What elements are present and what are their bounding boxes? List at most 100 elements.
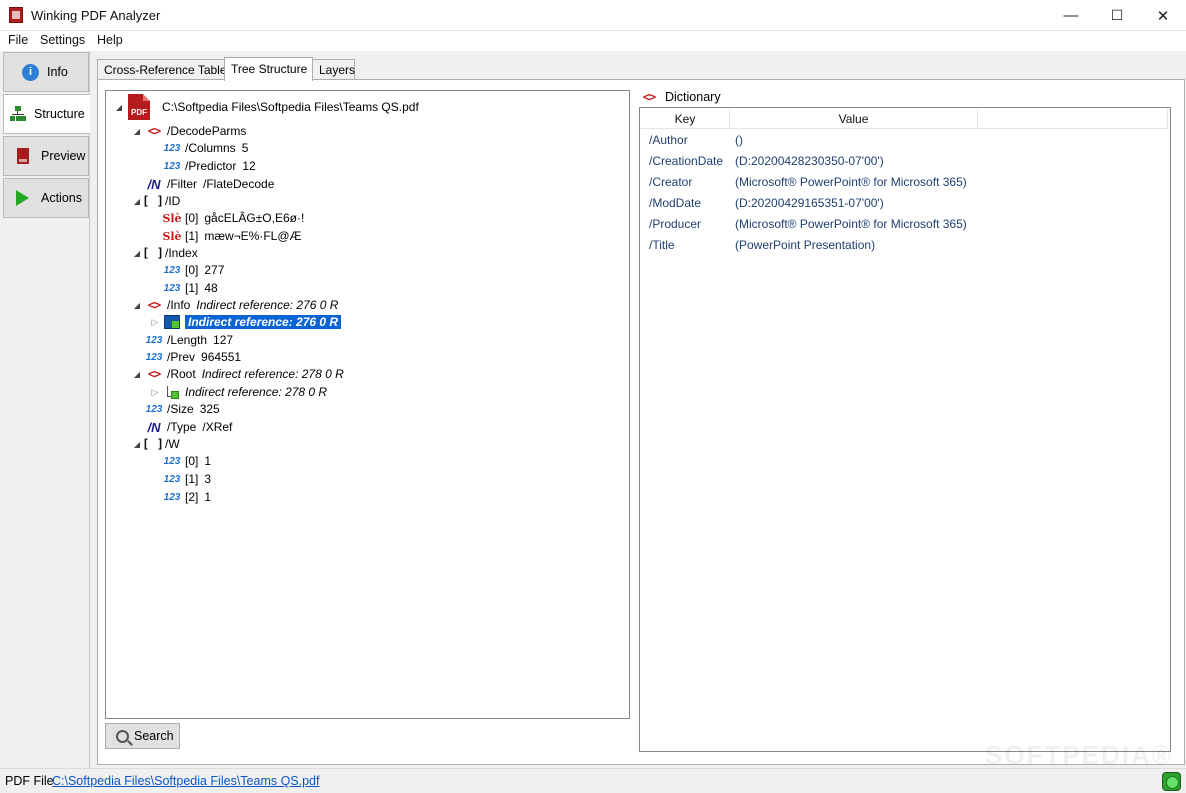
string-icon: Slè (162, 229, 182, 243)
nav-preview-button[interactable]: Preview (3, 136, 89, 176)
collapse-arrow-icon[interactable]: ◢ (132, 249, 142, 258)
tree-node[interactable]: 123 /Prev 964551 (146, 348, 241, 366)
tree-node[interactable]: ◢ [ ] /W (132, 435, 186, 453)
tree-node[interactable]: 123 /Size 325 (146, 400, 220, 418)
maximize-button[interactable]: ☐ (1094, 0, 1140, 31)
node-key: /Info (167, 298, 191, 312)
number-icon: 123 (163, 264, 181, 276)
tree-root-label: C:\Softpedia Files\Softpedia Files\Teams… (162, 100, 419, 114)
node-value: 12 (242, 159, 256, 173)
number-icon: 123 (163, 142, 181, 154)
tree-node[interactable]: Slè [1] mæw¬E%·FL@Æ (162, 227, 301, 245)
tree-node[interactable]: ◢ [ ] /Index (132, 244, 204, 262)
indirect-reference-icon (164, 385, 180, 399)
tab-tree-structure[interactable]: Tree Structure (224, 57, 313, 81)
node-value: Indirect reference: 278 0 R (185, 385, 328, 399)
nav-structure-label: Structure (34, 107, 85, 121)
tree-node[interactable]: 123 /Columns 5 (163, 139, 249, 157)
row-key: /Author (649, 133, 688, 147)
tree-node[interactable]: ◢ [ ] /ID (132, 192, 186, 210)
dictionary-list[interactable]: Key Value /Author () /CreationDate (D:20… (639, 107, 1171, 752)
tree-node-selected[interactable]: ▷ Indirect reference: 276 0 R (150, 313, 342, 331)
node-key: /Predictor (185, 159, 237, 173)
side-nav: i Info Structure Preview Actions (0, 51, 90, 768)
number-icon: 123 (163, 160, 181, 172)
number-icon: 123 (163, 282, 181, 294)
node-value: Indirect reference: 276 0 R (196, 298, 339, 312)
node-key: /W (165, 437, 180, 451)
tree-node[interactable]: /N /Filter /FlateDecode (146, 175, 275, 193)
node-key: /Type (167, 420, 197, 434)
tree-node[interactable]: ◢ <> /Info Indirect reference: 276 0 R (132, 296, 339, 314)
collapse-arrow-icon[interactable]: ◢ (132, 440, 142, 449)
menu-help[interactable]: Help (97, 33, 123, 47)
collapse-arrow-icon[interactable]: ◢ (132, 127, 142, 136)
tree-node[interactable]: ◢ <> /DecodeParms (132, 122, 252, 140)
pdf-file-icon: PDF (128, 94, 150, 120)
node-key: /ID (165, 194, 181, 208)
tree-node[interactable]: /N /Type /XRef (146, 418, 233, 436)
node-key: /Columns (185, 141, 236, 155)
tree-node[interactable]: Slè [0] gåcELÂG±O,E6ø·! (162, 209, 305, 227)
node-value: 277 (204, 263, 225, 277)
dictionary-title: Dictionary (665, 90, 721, 104)
tab-layers[interactable]: Layers (312, 59, 355, 80)
name-icon: /N (147, 419, 161, 435)
nav-actions-label: Actions (41, 191, 82, 205)
menu-settings[interactable]: Settings (40, 33, 85, 47)
node-key: /DecodeParms (167, 124, 247, 138)
node-value: /FlateDecode (203, 177, 275, 191)
column-header-key[interactable]: Key (641, 109, 730, 129)
dictionary-row[interactable]: /Creator (Microsoft® PowerPoint® for Mic… (649, 173, 967, 191)
number-icon: 123 (145, 351, 163, 363)
tab-cross-reference-table[interactable]: Cross-Reference Table (97, 59, 227, 80)
dictionary-row[interactable]: /ModDate (D:20200429165351-07'00') (649, 194, 884, 212)
status-file-link[interactable]: C:\Softpedia Files\Softpedia Files\Teams… (52, 774, 320, 788)
nav-structure-button[interactable]: Structure (3, 94, 90, 134)
column-header-empty (978, 109, 1168, 129)
tree-root[interactable]: ◢ PDF C:\Softpedia Files\Softpedia Files… (114, 93, 419, 121)
dictionary-row[interactable]: /Producer (Microsoft® PowerPoint® for Mi… (649, 215, 967, 233)
array-icon: [ ] (142, 194, 164, 208)
status-label: PDF File (5, 774, 54, 788)
tree-node[interactable]: 123 [0] 277 (163, 261, 225, 279)
tree-node[interactable]: 123 [0] 1 (164, 452, 211, 470)
tree-node[interactable]: 123 [1] 3 (164, 470, 211, 488)
minimize-button[interactable]: — (1048, 0, 1094, 31)
collapse-arrow-icon[interactable]: ◢ (114, 103, 124, 112)
nav-info-button[interactable]: i Info (3, 52, 89, 92)
tree-node[interactable]: ▷ Indirect reference: 278 0 R (150, 383, 327, 401)
search-button[interactable]: Search (105, 723, 180, 749)
node-key: /Filter (167, 177, 197, 191)
column-header-value[interactable]: Value (730, 109, 978, 129)
tree-view[interactable]: ◢ PDF C:\Softpedia Files\Softpedia Files… (105, 90, 630, 719)
expand-arrow-icon[interactable]: ▷ (150, 317, 160, 328)
nav-actions-button[interactable]: Actions (3, 178, 89, 218)
tree-node[interactable]: 123 [1] 48 (164, 279, 218, 297)
node-value: 48 (204, 281, 218, 295)
node-value: 325 (199, 402, 220, 416)
dictionary-row[interactable]: /Author () (649, 131, 743, 149)
collapse-arrow-icon[interactable]: ◢ (132, 370, 142, 379)
array-icon: [ ] (142, 246, 164, 260)
node-value: 1 (204, 490, 212, 504)
node-key: [1] (185, 472, 199, 486)
expand-arrow-icon[interactable]: ▷ (150, 387, 160, 398)
tree-node[interactable]: 123 /Length 127 (146, 331, 233, 349)
tree-node[interactable]: 123 /Predictor 12 (164, 157, 256, 175)
dictionary-header: <> Dictionary (641, 89, 721, 105)
tree-node[interactable]: ◢ <> /Root Indirect reference: 278 0 R (132, 365, 344, 383)
dictionary-row[interactable]: /CreationDate (D:20200428230350-07'00') (649, 152, 884, 170)
collapse-arrow-icon[interactable]: ◢ (132, 197, 142, 206)
close-button[interactable]: ✕ (1140, 0, 1186, 31)
node-key: [0] (185, 263, 199, 277)
menu-file[interactable]: File (8, 33, 28, 47)
node-value: gåcELÂG±O,E6ø·! (204, 211, 305, 225)
app-icon (9, 7, 23, 23)
row-key: /Creator (649, 175, 693, 189)
dictionary-row[interactable]: /Title (PowerPoint Presentation) (649, 236, 875, 254)
collapse-arrow-icon[interactable]: ◢ (132, 301, 142, 310)
status-bar: PDF File C:\Softpedia Files\Softpedia Fi… (0, 768, 1186, 793)
row-key: /ModDate (649, 196, 702, 210)
tree-node[interactable]: 123 [2] 1 (164, 488, 211, 506)
